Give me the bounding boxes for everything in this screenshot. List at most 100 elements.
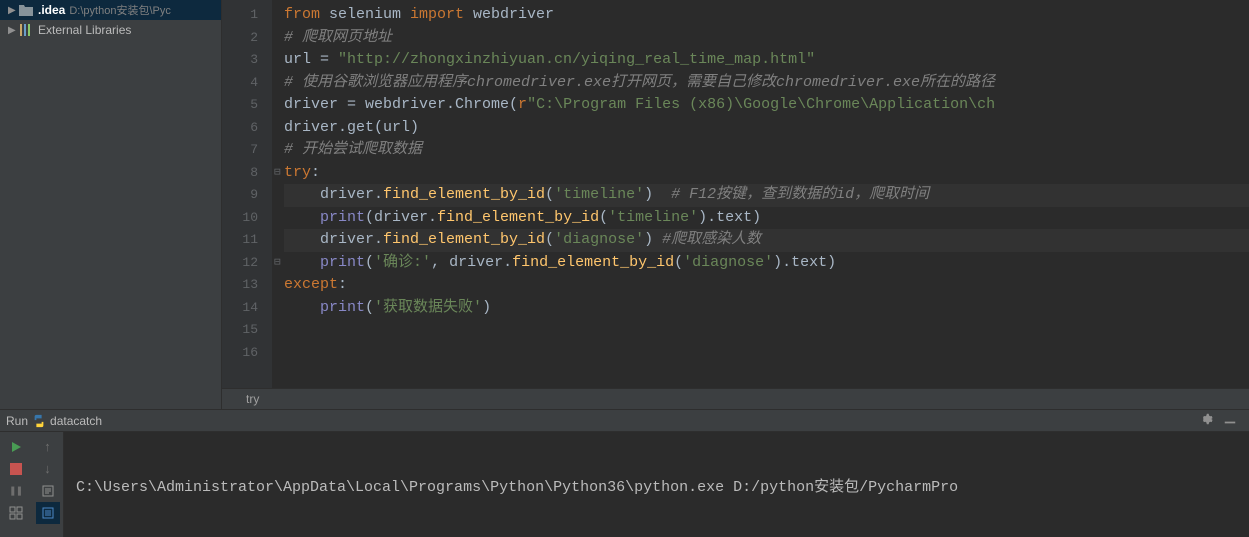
line-number: 2 [228,27,258,50]
layout-button[interactable] [4,502,28,524]
code-token [284,299,320,316]
line-number: 12 [228,252,258,275]
code-token: 'timeline' [608,209,698,226]
code-editor[interactable]: 12345678910111213141516 from selenium im… [222,0,1249,388]
run-toolbar-right: ↑ ↓ [32,432,64,537]
code-line[interactable]: # 使用谷歌浏览器应用程序chromedriver.exe打开网页，需要自己修改… [284,72,1249,95]
code-line[interactable]: ⊟try: [284,162,1249,185]
main-split: ▶ .idea D:\python安装包\Pyc ▶ External Libr… [0,0,1249,409]
stop-button[interactable] [4,458,28,480]
code-token: # 爬取网页地址 [284,29,392,46]
code-line[interactable] [284,319,1249,342]
chevron-right-icon[interactable]: ▶ [8,5,18,16]
code-token: ).text) [773,254,836,271]
code-token: from [284,6,329,23]
code-token: (driver. [365,209,437,226]
code-token: ( [365,254,374,271]
line-number-gutter: 12345678910111213141516 [222,0,272,388]
project-sidebar[interactable]: ▶ .idea D:\python安装包\Pyc ▶ External Libr… [0,0,222,409]
code-line[interactable]: driver.find_element_by_id('diagnose') #爬… [284,229,1249,252]
code-token: ) [644,231,662,248]
code-token: driver = webdriver.Chrome( [284,96,518,113]
run-label[interactable]: Run [6,414,28,428]
code-line[interactable]: driver.find_element_by_id('timeline') # … [284,184,1249,207]
code-line[interactable]: from selenium import webdriver [284,4,1249,27]
down-button[interactable]: ↓ [36,458,60,480]
fold-open-icon[interactable]: ⊟ [274,162,281,185]
code-token: "C:\Program Files (x86)\Google\Chrome\Ap… [527,96,995,113]
rerun-button[interactable] [4,436,28,458]
code-token: # F12按键，查到数据的id，爬取时间 [671,186,929,203]
code-body[interactable]: from selenium import webdriver # 爬取网页地址 ur… [272,0,1249,388]
line-number: 11 [228,229,258,252]
folder-path: D:\python安装包\Pyc [69,2,170,18]
code-token: print [320,299,365,316]
code-token: webdriver [473,6,554,23]
console-line: C:\Users\Administrator\AppData\Local\Pro… [76,478,1237,498]
code-token: ( [599,209,608,226]
up-button[interactable]: ↑ [36,436,60,458]
console-output[interactable]: C:\Users\Administrator\AppData\Local\Pro… [64,432,1249,537]
code-token: ).text) [698,209,761,226]
code-token [284,254,320,271]
gear-icon[interactable] [1199,412,1213,429]
editor-area: 12345678910111213141516 from selenium im… [222,0,1249,409]
line-number: 16 [228,342,258,365]
chevron-right-icon[interactable]: ▶ [8,25,18,36]
code-token: print [320,254,365,271]
code-line[interactable]: driver.get(url) [284,117,1249,140]
code-token: '确诊:' [374,254,431,271]
code-token: driver. [284,231,383,248]
line-number: 7 [228,139,258,162]
run-config-name[interactable]: datacatch [50,414,102,428]
code-line[interactable]: # 开始尝试爬取数据 [284,139,1249,162]
code-line[interactable]: except: [284,274,1249,297]
code-token: import [410,6,473,23]
code-token: find_element_by_id [383,186,545,203]
code-line[interactable]: print(driver.find_element_by_id('timelin… [284,207,1249,230]
code-line[interactable]: driver = webdriver.Chrome(r"C:\Program F… [284,94,1249,117]
library-icon [18,23,34,37]
fold-close-icon[interactable]: ⊟ [274,252,281,275]
run-tool-window-header: Run datacatch [0,409,1249,432]
code-token: driver. [284,186,383,203]
scroll-to-end-button[interactable] [36,502,60,524]
sidebar-item-external-libraries[interactable]: ▶ External Libraries [0,20,221,40]
code-token: find_element_by_id [512,254,674,271]
folder-label: .idea [38,3,65,17]
code-token: try [284,164,311,181]
code-token: ) [482,299,491,316]
run-toolbar-left: ❚❚ [0,432,32,537]
sidebar-item-idea[interactable]: ▶ .idea D:\python安装包\Pyc [0,0,221,20]
line-number: 4 [228,72,258,95]
breadcrumb[interactable]: try [222,388,1249,409]
code-token: : [338,276,347,293]
code-line[interactable]: # 爬取网页地址 [284,27,1249,50]
code-token: ( [545,186,554,203]
code-token: print [320,209,365,226]
code-line[interactable]: ⊟ print('确诊:', driver.find_element_by_id… [284,252,1249,275]
code-line[interactable]: url = "http://zhongxinzhiyuan.cn/yiqing_… [284,49,1249,72]
line-number: 8 [228,162,258,185]
code-token: '获取数据失败' [374,299,482,316]
code-token: ( [365,299,374,316]
hide-icon[interactable] [1223,412,1237,429]
code-token: find_element_by_id [383,231,545,248]
line-number: 14 [228,297,258,320]
pause-button[interactable]: ❚❚ [4,480,28,502]
external-libraries-label: External Libraries [38,23,131,37]
line-number: 15 [228,319,258,342]
run-tool-window: ❚❚ ↑ ↓ C:\Users\Administrator\AppData\Lo… [0,432,1249,537]
line-number: 6 [228,117,258,140]
code-token [284,209,320,226]
code-line[interactable] [284,342,1249,365]
breadcrumb-item[interactable]: try [246,392,259,406]
code-token: except [284,276,338,293]
code-line[interactable]: print('获取数据失败') [284,297,1249,320]
code-token: 'diagnose' [683,254,773,271]
soft-wrap-button[interactable] [36,480,60,502]
code-token: find_element_by_id [437,209,599,226]
code-token: driver.get(url) [284,119,419,136]
line-number: 10 [228,207,258,230]
code-token: 'diagnose' [554,231,644,248]
